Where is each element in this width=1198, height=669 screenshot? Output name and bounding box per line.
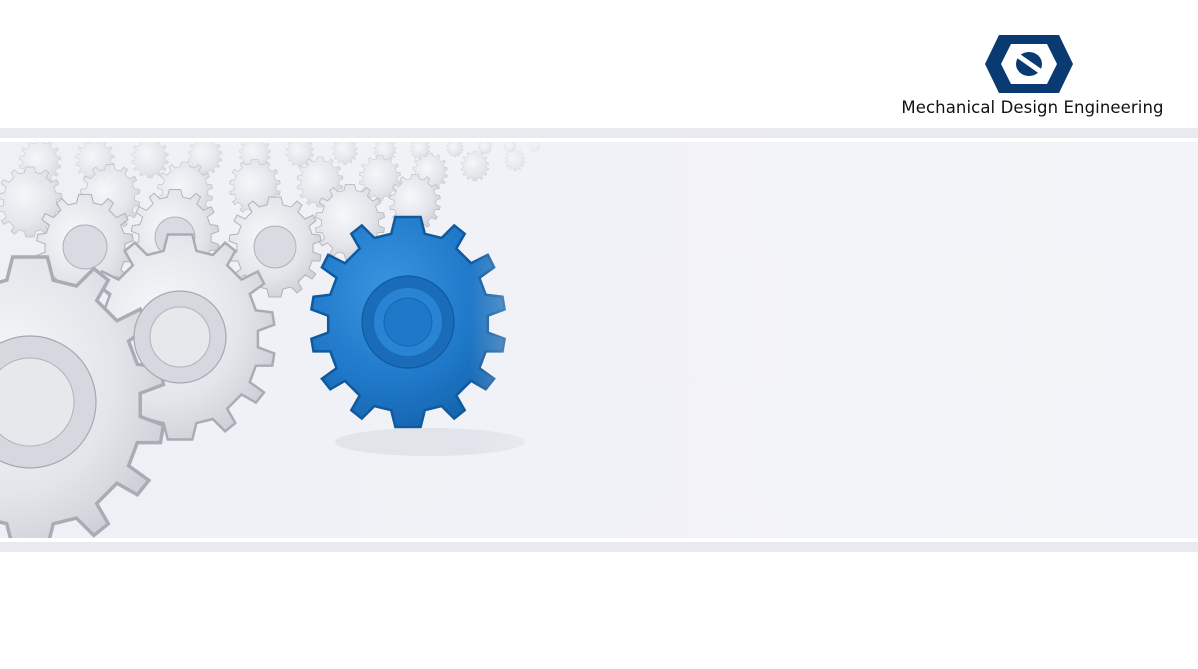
- hex-nut-logo-icon: [985, 35, 1073, 93]
- brand-name: Mechanical Design Engineering: [901, 98, 1164, 117]
- footer-blank-area: [0, 552, 1198, 669]
- top-divider-band: [0, 128, 1198, 138]
- bottom-divider-band: [0, 542, 1198, 552]
- hero-banner: [0, 142, 1198, 538]
- header: Mechanical Design Engineering: [0, 0, 1198, 128]
- page: Mechanical Design Engineering: [0, 0, 1198, 669]
- gears-row-illustration: [0, 142, 600, 538]
